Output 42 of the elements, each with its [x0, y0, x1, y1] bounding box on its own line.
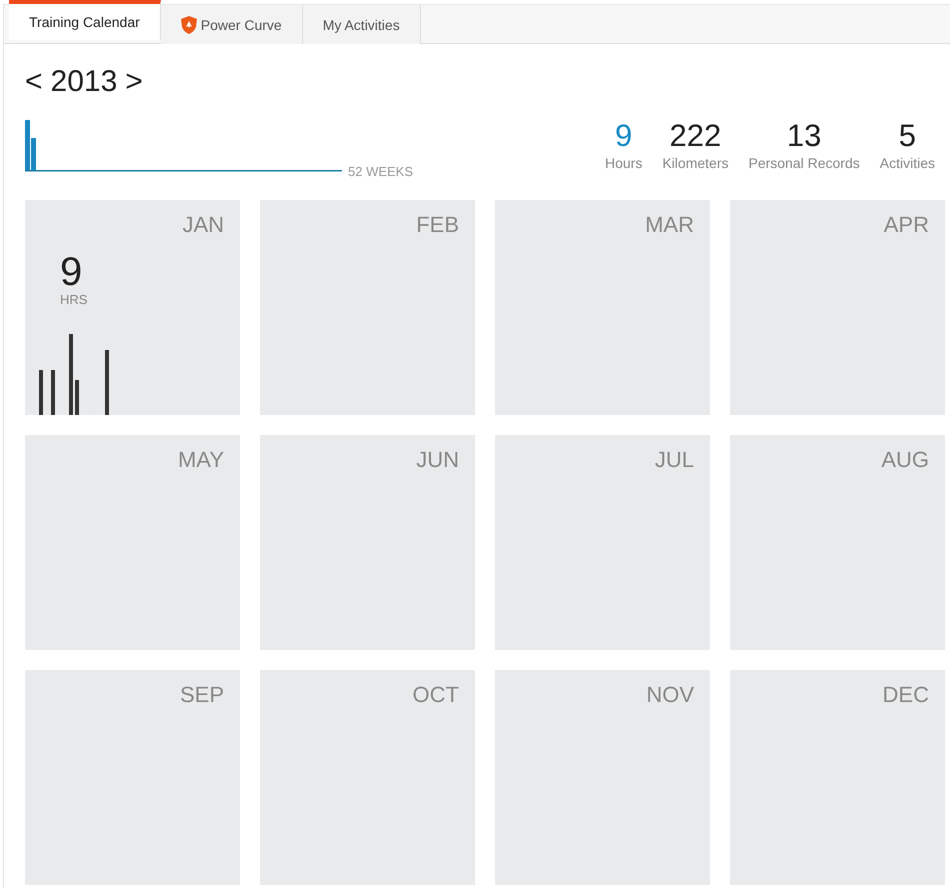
tab[interactable]: Training Calendar	[9, 0, 161, 40]
month-card[interactable]: OCT	[260, 670, 475, 885]
month-card[interactable]: MAR	[495, 200, 710, 415]
tab[interactable]: My Activities	[302, 5, 421, 44]
stat-label: Personal Records	[748, 155, 860, 171]
month-card[interactable]: JUL	[495, 435, 710, 650]
month-name: DEC	[882, 682, 929, 708]
month-name: NOV	[646, 682, 694, 708]
month-name: JUN	[416, 447, 459, 473]
month-card[interactable]: JAN 9 HRS	[25, 200, 240, 415]
tab[interactable]: Power Curve	[160, 5, 303, 44]
month-name: OCT	[412, 682, 459, 708]
stat-label: Hours	[604, 155, 642, 171]
month-name: SEP	[180, 682, 224, 708]
stat-value: 5	[898, 120, 916, 152]
stat-label: Kilometers	[662, 155, 728, 171]
month-card[interactable]: FEB	[260, 200, 475, 415]
month-card[interactable]: JUN	[260, 435, 475, 650]
next-year-button[interactable]: >	[125, 65, 143, 99]
month-name: JAN	[182, 212, 224, 238]
month-card[interactable]: DEC	[730, 670, 945, 885]
month-card[interactable]: SEP	[25, 670, 240, 885]
month-name: JUL	[654, 447, 694, 473]
month-card[interactable]: AUG	[730, 435, 945, 650]
month-name: FEB	[416, 212, 459, 238]
month-name: MAY	[178, 447, 224, 473]
stat-value: 222	[670, 120, 722, 152]
month-card[interactable]: APR	[730, 200, 945, 415]
stat-value: 9	[615, 120, 632, 152]
month-name: APR	[884, 212, 929, 238]
month-card[interactable]: MAY	[25, 435, 240, 650]
hours-unit: HRS	[60, 292, 88, 307]
month-name: AUG	[881, 447, 929, 473]
shield-icon	[180, 16, 197, 34]
month-name: MAR	[645, 212, 694, 238]
stat-value: 13	[786, 120, 822, 152]
stat-label: Activities	[880, 155, 935, 171]
hours-value: 9	[60, 252, 82, 292]
month-card[interactable]: NOV	[495, 670, 710, 885]
weeks-label: 52 WEEKS	[348, 165, 414, 178]
previous-year-button[interactable]: <	[25, 65, 43, 99]
year-label: 2013	[50, 65, 118, 99]
